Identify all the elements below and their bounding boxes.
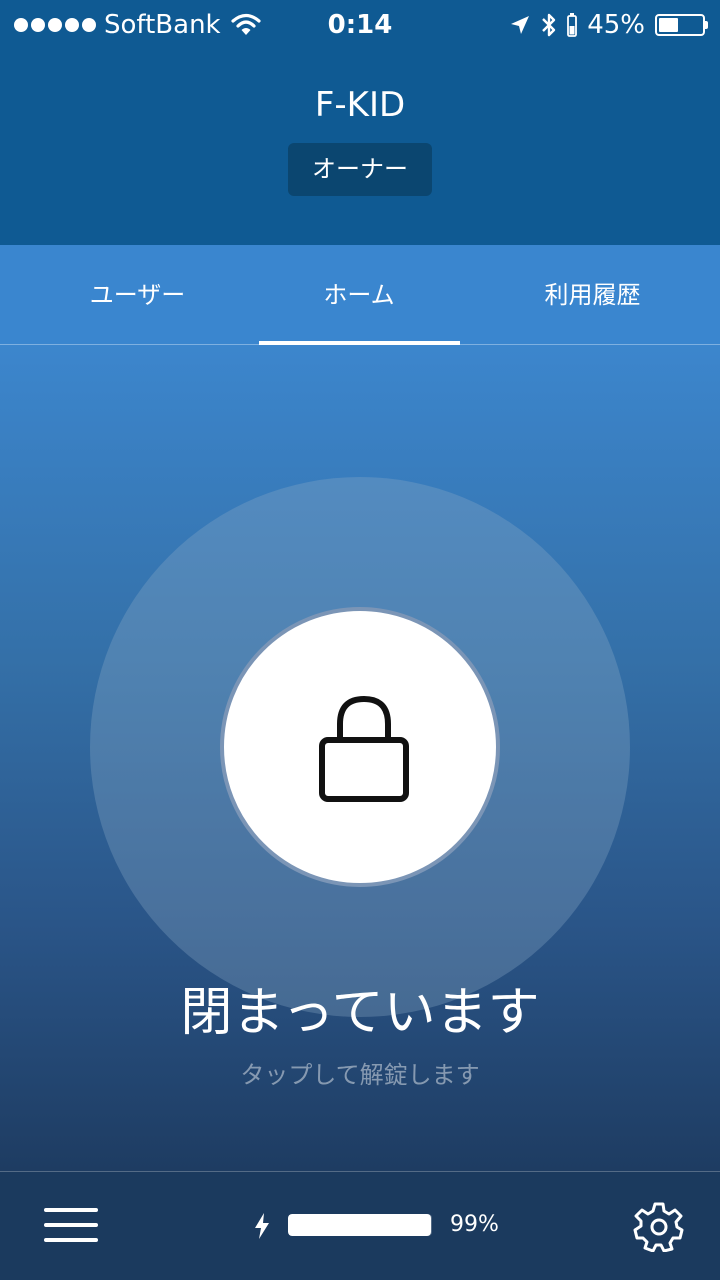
- device-battery-fill: [288, 1214, 431, 1236]
- lock-name: F-KID: [314, 85, 406, 125]
- charging-bolt-icon: [255, 1213, 269, 1239]
- battery-level-fill: [659, 18, 678, 32]
- role-badge: オーナー: [288, 143, 432, 196]
- menu-button[interactable]: [44, 1206, 100, 1244]
- padlock-closed-icon: [319, 695, 409, 802]
- settings-button[interactable]: [633, 1200, 685, 1253]
- status-right: 45%: [509, 8, 708, 42]
- location-arrow-icon: [511, 16, 530, 34]
- bluetooth-icon: [542, 13, 556, 37]
- battery-small-icon: [567, 13, 578, 37]
- tab-history[interactable]: 利用履歴: [480, 245, 705, 345]
- lock-button[interactable]: [220, 607, 500, 887]
- device-battery-percent: 99%: [450, 1212, 499, 1237]
- lock-status-text: 閉まっています: [180, 983, 540, 1043]
- battery-icon: [655, 14, 708, 36]
- status-bar: SoftBank 0:14 45%: [0, 0, 720, 50]
- device-battery-bar: [288, 1214, 432, 1236]
- tab-bar: ユーザー ホーム 利用履歴: [0, 245, 720, 345]
- gear-icon: [633, 1202, 684, 1253]
- bottom-bar: 99%: [0, 1171, 720, 1280]
- tab-home[interactable]: ホーム: [258, 245, 460, 345]
- battery-percent: 45%: [587, 10, 645, 40]
- tab-users[interactable]: ユーザー: [20, 245, 255, 345]
- header: SoftBank 0:14 45% F-KID オーナー: [0, 0, 720, 245]
- unlock-hint-text: タップして解錠します: [240, 1061, 480, 1089]
- main-content: 閉まっています タップして解錠します: [0, 345, 720, 1171]
